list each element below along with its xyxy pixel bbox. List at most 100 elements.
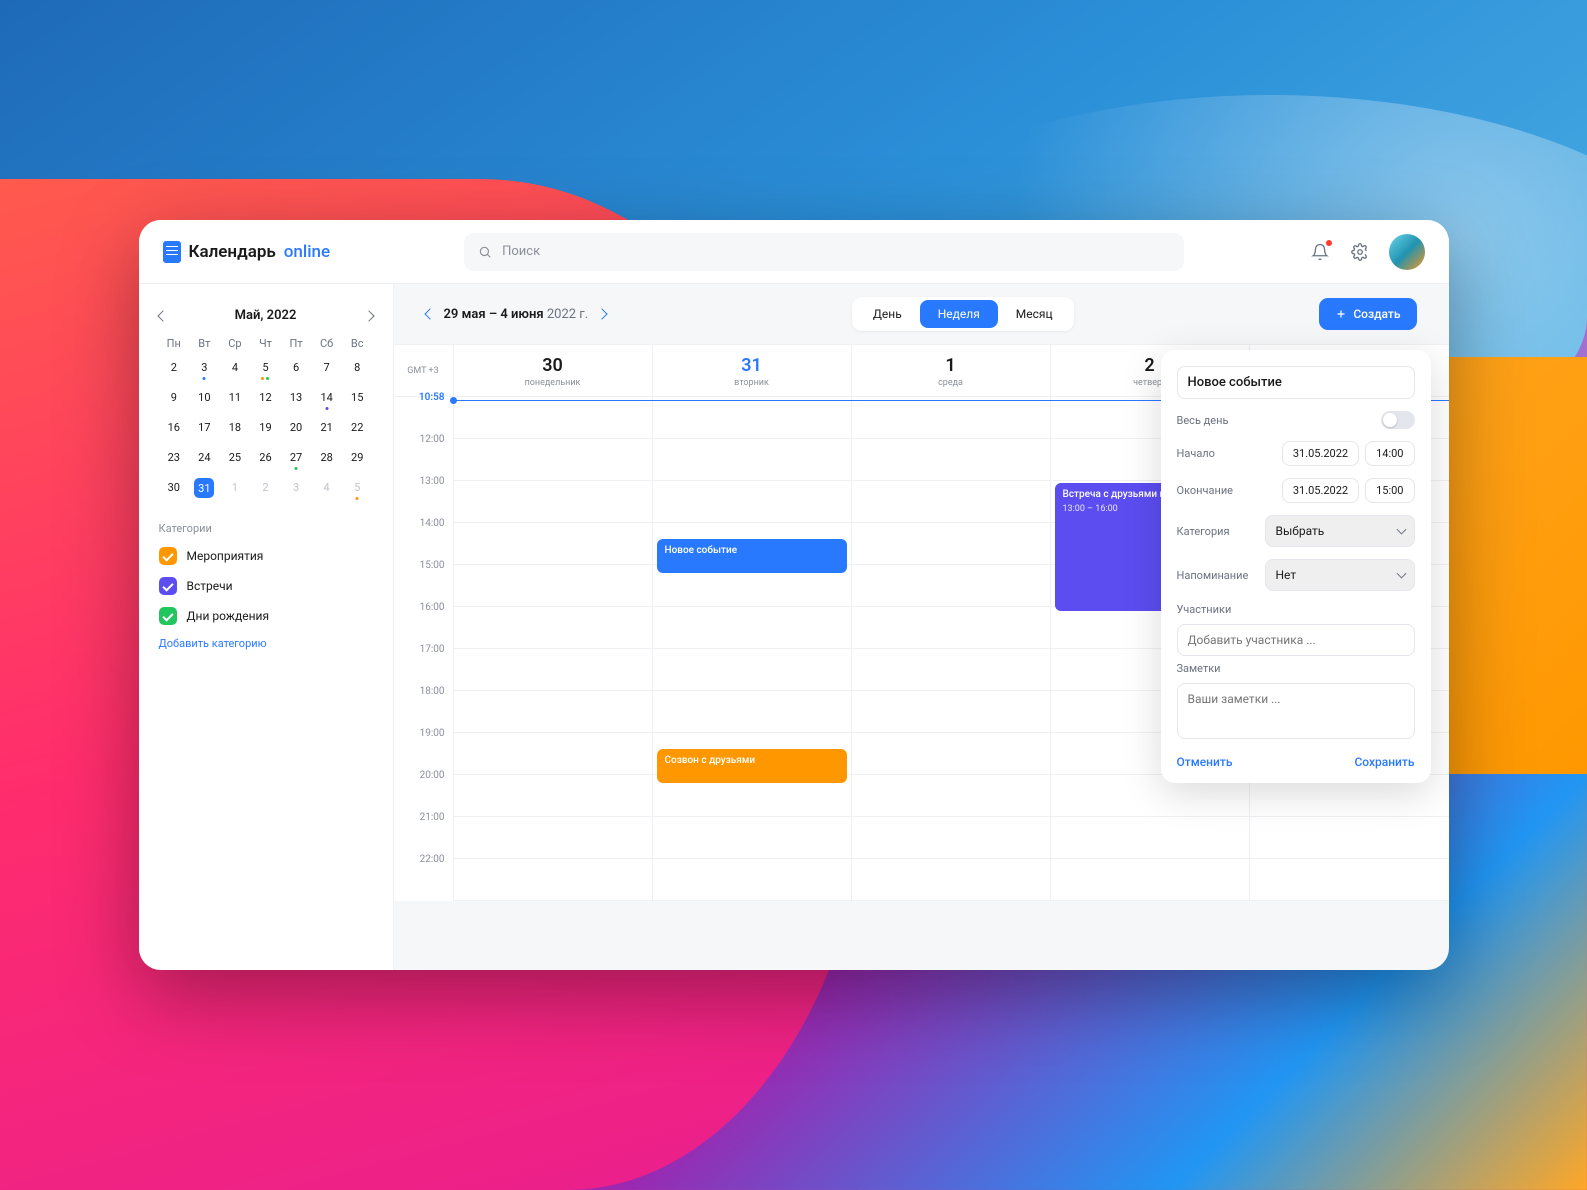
time-label: 22:00: [394, 854, 453, 896]
settings-button[interactable]: [1349, 241, 1371, 263]
category-item[interactable]: Дни рождения: [159, 607, 373, 625]
range-label: 29 мая – 4 июня 2022 г.: [444, 307, 589, 322]
mini-cal-day[interactable]: 4: [220, 358, 251, 376]
day-column[interactable]: [852, 397, 1051, 901]
event-title-input[interactable]: [1177, 366, 1415, 399]
category-checkbox[interactable]: [159, 577, 177, 595]
notification-dot: [1326, 240, 1332, 246]
mini-cal-day[interactable]: 8: [342, 358, 373, 376]
calendar-event[interactable]: Созвон с друзьями: [657, 749, 847, 783]
dow-label: Чт: [250, 337, 281, 350]
view-tab[interactable]: Месяц: [998, 300, 1071, 328]
day-column[interactable]: [454, 397, 653, 901]
mini-cal-day[interactable]: 31: [194, 478, 214, 498]
category-item[interactable]: Мероприятия: [159, 547, 373, 565]
create-button[interactable]: Создать: [1319, 298, 1416, 330]
sidebar: Май, 2022 ПнВтСрЧтПтСбВс 234567891011121…: [139, 284, 394, 970]
mini-cal-day[interactable]: 30: [159, 478, 190, 496]
calendar-icon: [163, 241, 181, 263]
notes-textarea[interactable]: [1177, 683, 1415, 739]
app-window: Календарь online Поиск Май, 2022: [139, 220, 1449, 970]
search-input[interactable]: Поиск: [464, 233, 1184, 271]
mini-cal-day[interactable]: 20: [281, 418, 312, 436]
mini-cal-day[interactable]: 16: [159, 418, 190, 436]
time-label: 18:00: [394, 686, 453, 728]
range-next[interactable]: [597, 308, 608, 319]
end-time-field[interactable]: 15:00: [1365, 478, 1414, 503]
mini-cal-day[interactable]: 11: [220, 388, 251, 406]
mini-cal-day[interactable]: 2: [159, 358, 190, 376]
mini-cal-day[interactable]: 25: [220, 448, 251, 466]
topbar: Календарь online Поиск: [139, 220, 1449, 284]
mini-cal-day[interactable]: 3: [281, 478, 312, 496]
mini-cal-day[interactable]: 13: [281, 388, 312, 406]
category-label: Мероприятия: [187, 549, 264, 563]
dow-label: Пн: [159, 337, 190, 350]
mini-cal-day[interactable]: 12: [250, 388, 281, 406]
mini-cal-day[interactable]: 27: [281, 448, 312, 466]
category-label: Категория: [1177, 525, 1230, 538]
mini-cal-day[interactable]: 28: [311, 448, 342, 466]
mini-cal-day[interactable]: 6: [281, 358, 312, 376]
calendar-event[interactable]: Новое событие: [657, 539, 847, 573]
mini-cal-day[interactable]: 26: [250, 448, 281, 466]
mini-cal-day[interactable]: 5: [342, 478, 373, 496]
mini-cal-day[interactable]: 29: [342, 448, 373, 466]
mini-cal-day[interactable]: 19: [250, 418, 281, 436]
categories-header: Категории: [159, 522, 373, 535]
view-tab[interactable]: День: [855, 300, 920, 328]
logo-text-main: Календарь: [189, 242, 276, 262]
mini-cal-day[interactable]: 7: [311, 358, 342, 376]
mini-cal-prev[interactable]: [157, 310, 168, 321]
time-label: 15:00: [394, 560, 453, 602]
mini-cal-next[interactable]: [363, 310, 374, 321]
notes-label: Заметки: [1177, 662, 1415, 675]
mini-cal-day[interactable]: 15: [342, 388, 373, 406]
mini-cal-day[interactable]: 24: [189, 448, 220, 466]
mini-cal-day[interactable]: 10: [189, 388, 220, 406]
mini-cal-day[interactable]: 5: [250, 358, 281, 376]
day-header[interactable]: 30понедельник: [454, 345, 653, 396]
logo[interactable]: Календарь online: [163, 241, 331, 263]
cancel-button[interactable]: Отменить: [1177, 755, 1233, 769]
category-label: Встречи: [187, 579, 233, 593]
mini-cal-day[interactable]: 22: [342, 418, 373, 436]
range-prev[interactable]: [424, 308, 435, 319]
mini-cal-day[interactable]: 18: [220, 418, 251, 436]
start-date-field[interactable]: 31.05.2022: [1282, 441, 1359, 466]
save-button[interactable]: Сохранить: [1354, 755, 1414, 769]
view-tab[interactable]: Неделя: [920, 300, 998, 328]
search-placeholder: Поиск: [502, 244, 540, 259]
start-label: Начало: [1177, 447, 1215, 460]
mini-cal-day[interactable]: 9: [159, 388, 190, 406]
day-header[interactable]: 1среда: [852, 345, 1051, 396]
end-date-field[interactable]: 31.05.2022: [1282, 478, 1359, 503]
all-day-toggle[interactable]: [1381, 411, 1415, 429]
mini-cal-day[interactable]: 2: [250, 478, 281, 496]
category-checkbox[interactable]: [159, 547, 177, 565]
avatar[interactable]: [1389, 234, 1425, 270]
category-label: Дни рождения: [187, 609, 270, 623]
notifications-button[interactable]: [1309, 241, 1331, 263]
time-label: 17:00: [394, 644, 453, 686]
start-time-field[interactable]: 14:00: [1365, 441, 1414, 466]
mini-cal-day[interactable]: 21: [311, 418, 342, 436]
category-checkbox[interactable]: [159, 607, 177, 625]
mini-cal-day[interactable]: 3: [189, 358, 220, 376]
add-category-link[interactable]: Добавить категорию: [159, 637, 373, 650]
mini-cal-day[interactable]: 23: [159, 448, 190, 466]
category-select[interactable]: Выбрать: [1265, 515, 1415, 547]
mini-cal-day[interactable]: 17: [189, 418, 220, 436]
day-header[interactable]: 31вторник: [653, 345, 852, 396]
bell-icon: [1311, 243, 1329, 261]
reminder-select[interactable]: Нет: [1265, 559, 1415, 591]
mini-cal-day[interactable]: 4: [311, 478, 342, 496]
time-label: 16:00: [394, 602, 453, 644]
mini-cal-day[interactable]: 14: [311, 388, 342, 406]
category-item[interactable]: Встречи: [159, 577, 373, 595]
participants-input[interactable]: [1177, 624, 1415, 656]
time-label: 12:00: [394, 434, 453, 476]
mini-cal-day[interactable]: 1: [220, 478, 251, 496]
day-column[interactable]: Новое событие Созвон с друзьями: [653, 397, 852, 901]
toolbar: 29 мая – 4 июня 2022 г. ДеньНеделяМесяц …: [394, 284, 1449, 344]
